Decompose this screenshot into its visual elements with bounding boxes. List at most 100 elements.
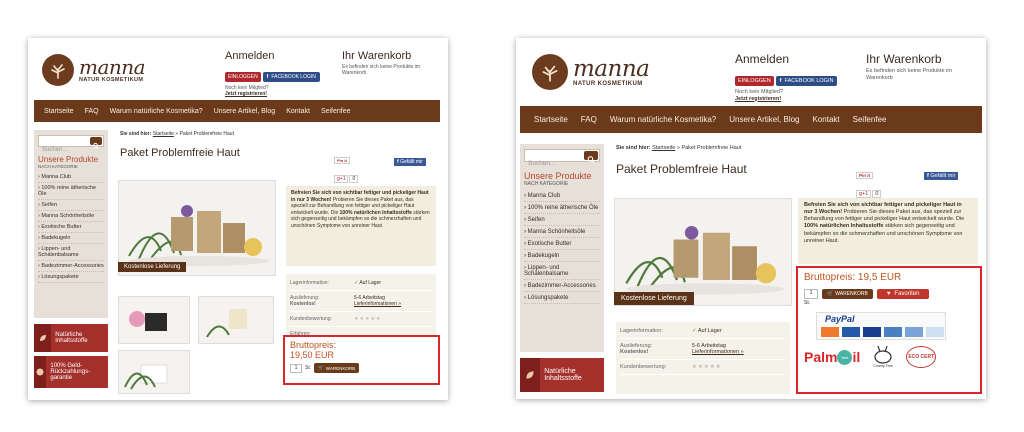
heart-icon: ♥: [886, 291, 891, 297]
search-input[interactable]: Suchen...: [38, 135, 104, 153]
pin-it-button[interactable]: Pin it: [856, 172, 873, 179]
search-button[interactable]: [584, 151, 598, 163]
facebook-like-button[interactable]: f Gefällt mir: [394, 158, 426, 166]
category-item[interactable]: › Badekugeln: [524, 250, 600, 262]
screenshot-before: manna NATUR KOSMETIKUM Anmelden EINLOGGE…: [28, 38, 448, 400]
categories-title: Unsere Produkte: [524, 171, 592, 181]
tree-logo-icon: [532, 54, 568, 90]
login-button[interactable]: EINLOGGEN: [225, 72, 261, 82]
facebook-login-label: FACEBOOK LOGIN: [271, 74, 316, 80]
cart-box: Ihr Warenkorb Es befinden sich keine Pro…: [866, 52, 978, 81]
gplus-count: 0: [872, 190, 882, 198]
product-main-image[interactable]: [614, 198, 792, 306]
add-to-cart-button[interactable]: 🛒 WARENKORB: [314, 363, 360, 373]
price-box: Bruttopreis: 19,50 EUR 1 St. 🛒 WARENKORB: [283, 335, 440, 385]
nav-item-faq[interactable]: FAQ: [581, 115, 597, 124]
social-buttons: Pin it g+1 0: [334, 149, 359, 185]
delivery-info-link[interactable]: Lieferinformationen »: [692, 349, 744, 355]
product-thumbnail[interactable]: [198, 296, 274, 344]
tree-logo-icon: [42, 54, 74, 86]
logo[interactable]: manna NATUR KOSMETIKUM: [42, 54, 146, 86]
nav-item-why-natural[interactable]: Warum natürliche Kosmetika?: [110, 108, 203, 115]
delivery-info-link[interactable]: Lieferinformationen »: [354, 301, 401, 307]
natural-ingredients-badge[interactable]: Natürliche Inhaltsstoffe: [34, 324, 108, 352]
search-placeholder: Suchen...: [528, 160, 556, 167]
search-input[interactable]: Suchen...: [524, 149, 600, 167]
site-header: manna NATUR KOSMETIKUM Anmelden EINLOGGE…: [28, 38, 448, 97]
nav-item-startseite[interactable]: Startseite: [44, 108, 74, 115]
nav-item-blog[interactable]: Unsere Artikel, Blog: [214, 108, 275, 115]
category-item[interactable]: › Seifen: [38, 200, 104, 211]
nav-item-faq[interactable]: FAQ: [85, 108, 99, 115]
product-info: Lagerinformation: ✓ Auf Lager Auslieferun…: [616, 322, 790, 394]
rating-stars[interactable]: ★★★★★: [354, 316, 381, 322]
cart-empty-text: Es befinden sich keine Produkte im Waren…: [342, 64, 421, 76]
cart-title[interactable]: Ihr Warenkorb: [866, 52, 978, 66]
facebook-login-button[interactable]: f FACEBOOK LOGIN: [262, 72, 320, 82]
quantity-input[interactable]: 1: [290, 363, 302, 373]
product-thumbnail[interactable]: [118, 350, 190, 394]
gplus-count: 0: [349, 175, 359, 183]
product-description: Befreien Sie sich von sichtbar fettiger …: [798, 198, 978, 264]
category-item[interactable]: › Manna Club: [38, 172, 104, 183]
nav-item-blog[interactable]: Unsere Artikel, Blog: [729, 115, 799, 124]
nav-item-seifenfee[interactable]: Seifenfee: [853, 115, 887, 124]
cart-icon: 🛒: [827, 291, 834, 297]
add-to-favorites-button[interactable]: ♥ Favoriten: [876, 289, 930, 299]
facebook-login-button[interactable]: f FACEBOOK LOGIN: [775, 76, 838, 86]
money-back-badge[interactable]: 100% Geld-Rückzahlungs-garantie: [34, 356, 108, 388]
brand-name: manna: [79, 55, 146, 79]
breadcrumb-home[interactable]: Startseite: [652, 145, 675, 151]
pin-it-button[interactable]: Pin it: [334, 157, 350, 164]
gplus-button[interactable]: g+1: [334, 175, 349, 183]
nav-item-why-natural[interactable]: Warum natürliche Kosmetika?: [610, 115, 716, 124]
category-item[interactable]: › Lippen- und Schälenbalsame: [524, 262, 600, 280]
cart-title[interactable]: Ihr Warenkorb: [342, 50, 438, 62]
category-item[interactable]: › Badezimmer-Accessories: [524, 280, 600, 292]
category-item[interactable]: › Exotische Butter: [524, 238, 600, 250]
rating-stars[interactable]: ★★★★★: [692, 364, 722, 370]
quantity-input[interactable]: 1: [804, 289, 818, 299]
login-button[interactable]: EINLOGGEN: [735, 76, 774, 86]
category-item[interactable]: › Exotische Butter: [38, 222, 104, 233]
category-item[interactable]: › 100% reine ätherische Öle: [38, 183, 104, 200]
category-item[interactable]: › Manna Schönheitsöle: [524, 226, 600, 238]
ecocert-logo: ECO CERT: [906, 346, 937, 368]
leaf-icon: [34, 324, 52, 352]
nav-item-seifenfee[interactable]: Seifenfee: [321, 108, 351, 115]
register-link[interactable]: Jetzt registrieren!: [225, 91, 267, 97]
sidebar: Suchen... Unsere Produkte NACH KATEGORIE…: [520, 144, 604, 352]
category-item[interactable]: › Badekugeln: [38, 233, 104, 244]
category-item[interactable]: › Lippen- und Schälenbalsame: [38, 244, 104, 261]
login-box: Anmelden EINLOGGEN f FACEBOOK LOGIN Noch k…: [225, 50, 335, 97]
product-thumbnail[interactable]: [118, 296, 190, 344]
nav-item-startseite[interactable]: Startseite: [534, 115, 568, 124]
price-box: Bruttopreis: 19,5 EUR 1 🛒 WARENKORB ♥ Favo…: [796, 266, 982, 394]
facebook-like-button[interactable]: f Gefällt mir: [924, 172, 959, 180]
category-item[interactable]: › Badezimmer-Accessories: [38, 261, 104, 272]
gplus-button[interactable]: g+1: [856, 190, 872, 198]
register-link[interactable]: Jetzt registrieren!: [735, 96, 781, 102]
certification-logos: Palm free il Cruelty-Free ECO CERT: [804, 346, 974, 368]
search-button[interactable]: [90, 137, 102, 149]
amex-icon: [884, 327, 902, 337]
natural-ingredients-badge[interactable]: Natürliche Inhaltsstoffe: [520, 358, 604, 392]
card-icons: [821, 327, 944, 337]
login-title: Anmelden: [735, 52, 790, 66]
category-item[interactable]: › Manna Club: [524, 190, 600, 202]
logo[interactable]: manna NATUR KOSMETIKUM: [532, 54, 650, 90]
nav-item-kontakt[interactable]: Kontakt: [813, 115, 840, 124]
free-delivery-badge: Kostenlose Lieferung: [614, 292, 694, 305]
add-to-cart-button[interactable]: 🛒 WARENKORB: [822, 289, 873, 299]
bank-icon: [926, 327, 944, 337]
price-label: Bruttopreis:: [290, 340, 337, 350]
nav-item-kontakt[interactable]: Kontakt: [286, 108, 310, 115]
category-item[interactable]: › 100% reine ätherische Öle: [524, 202, 600, 214]
cruelty-free-logo: Cruelty-Free: [872, 346, 894, 368]
category-item[interactable]: › Seifen: [524, 214, 600, 226]
category-item[interactable]: › Manna Schönheitsöle: [38, 211, 104, 222]
category-item[interactable]: › Lösungspakete: [38, 272, 104, 283]
main-nav: Startseite FAQ Warum natürliche Kosmetik…: [34, 100, 440, 122]
category-item[interactable]: › Lösungspakete: [524, 292, 600, 304]
breadcrumb-home[interactable]: Startseite: [153, 131, 174, 137]
